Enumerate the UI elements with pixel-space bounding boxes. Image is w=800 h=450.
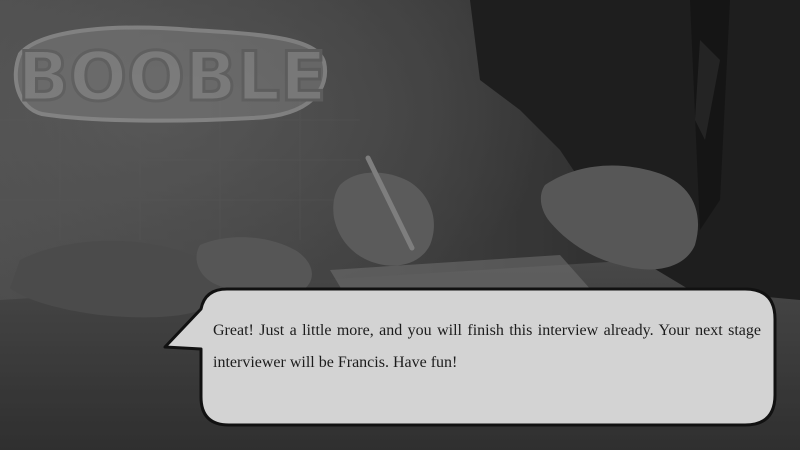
logo-text: BOOBLE [17, 38, 326, 117]
booble-logo: BOOBLE [13, 25, 328, 123]
game-scene: BOOBLE Great! Just a little more, and yo… [0, 0, 800, 450]
dialog-message: Great! Just a little more, and you will … [213, 322, 761, 371]
dialog-box[interactable]: Great! Just a little more, and you will … [163, 287, 778, 427]
